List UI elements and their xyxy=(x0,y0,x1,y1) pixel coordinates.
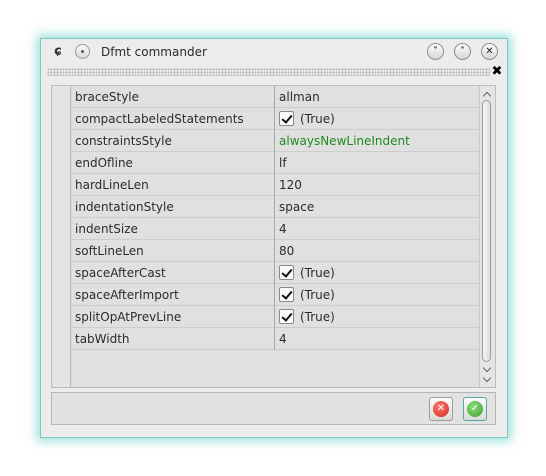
property-value: (True) xyxy=(300,288,335,302)
column-divider[interactable] xyxy=(274,174,275,196)
property-row-indentSize[interactable]: indentSize 4 xyxy=(71,218,479,240)
property-row-splitOpAtPrevLine[interactable]: splitOpAtPrevLine (True) xyxy=(71,306,479,328)
property-row-constraintsStyle[interactable]: constraintsStyle alwaysNewLineIndent xyxy=(71,130,479,152)
column-divider[interactable] xyxy=(274,284,275,306)
property-name: spaceAfterImport xyxy=(75,288,179,302)
column-divider[interactable] xyxy=(274,328,275,350)
property-row-hardLineLen[interactable]: hardLineLen 120 xyxy=(71,174,479,196)
property-name: indentationStyle xyxy=(75,200,174,214)
property-value[interactable]: space xyxy=(279,200,314,214)
scroll-up-icon[interactable] xyxy=(482,90,492,98)
button-bar: ✕ ✓ xyxy=(51,392,496,425)
property-row-indentationStyle[interactable]: indentationStyle space xyxy=(71,196,479,218)
property-row-tabWidth[interactable]: tabWidth 4 xyxy=(71,328,479,350)
property-name: tabWidth xyxy=(75,332,130,346)
scroll-thumb[interactable] xyxy=(482,100,491,362)
checkbox-checked-icon[interactable] xyxy=(279,265,294,280)
property-value: (True) xyxy=(300,310,335,324)
checkbox-checked-icon[interactable] xyxy=(279,287,294,302)
app-icon: ɕ xyxy=(54,44,62,59)
ok-button[interactable]: ✓ xyxy=(463,397,487,421)
property-row-softLineLen[interactable]: softLineLen 80 xyxy=(71,240,479,262)
column-divider[interactable] xyxy=(274,86,275,108)
property-value[interactable]: 120 xyxy=(279,178,302,192)
column-divider[interactable] xyxy=(274,240,275,262)
property-name: softLineLen xyxy=(75,244,144,258)
property-row-compactLabeledStatements[interactable]: compactLabeledStatements (True) xyxy=(71,108,479,130)
dock-grip[interactable] xyxy=(47,68,490,76)
checkbox-checked-icon[interactable] xyxy=(279,309,294,324)
property-value[interactable]: alwaysNewLineIndent xyxy=(279,134,410,148)
title-bar[interactable]: ɕ Dfmt commander ˅ ˄ ✕ xyxy=(41,39,507,65)
property-row-braceStyle[interactable]: braceStyle allman xyxy=(71,86,479,108)
dock-close-icon[interactable]: ✖ xyxy=(490,65,504,79)
property-row-spaceAfterCast[interactable]: spaceAfterCast (True) xyxy=(71,262,479,284)
column-divider[interactable] xyxy=(274,108,275,130)
property-value[interactable]: allman xyxy=(279,90,320,104)
property-inspector: braceStyle allman compactLabeledStatements… xyxy=(70,86,480,387)
minimize-button[interactable]: ˅ xyxy=(427,43,444,60)
property-value: (True) xyxy=(300,266,335,280)
property-value: (True) xyxy=(300,112,335,126)
property-name: hardLineLen xyxy=(75,178,149,192)
cancel-icon: ✕ xyxy=(433,401,449,417)
column-divider[interactable] xyxy=(274,218,275,240)
close-button[interactable]: ✕ xyxy=(481,43,498,60)
property-value[interactable]: lf xyxy=(279,156,287,170)
window-title: Dfmt commander xyxy=(101,45,207,59)
maximize-button[interactable]: ˄ xyxy=(454,43,471,60)
window-menu-button[interactable] xyxy=(75,44,90,59)
column-divider[interactable] xyxy=(274,306,275,328)
dfmt-commander-window: ɕ Dfmt commander ˅ ˄ ✕ ✖ braceStyle allma… xyxy=(40,38,508,438)
property-row-endOfline[interactable]: endOfline lf xyxy=(71,152,479,174)
scroll-down-arrow-icon[interactable] xyxy=(482,365,492,373)
property-value[interactable]: 4 xyxy=(279,332,287,346)
property-name: spaceAfterCast xyxy=(75,266,166,280)
column-divider[interactable] xyxy=(274,152,275,174)
vertical-scrollbar[interactable] xyxy=(479,86,495,387)
column-divider[interactable] xyxy=(274,130,275,152)
scroll-down-icon[interactable] xyxy=(482,375,492,383)
property-value[interactable]: 4 xyxy=(279,222,287,236)
property-name: constraintsStyle xyxy=(75,134,172,148)
property-value[interactable]: 80 xyxy=(279,244,294,258)
column-divider[interactable] xyxy=(274,262,275,284)
property-name: endOfline xyxy=(75,156,133,170)
checkbox-checked-icon[interactable] xyxy=(279,111,294,126)
cancel-button[interactable]: ✕ xyxy=(429,397,453,421)
property-name: indentSize xyxy=(75,222,138,236)
column-divider[interactable] xyxy=(274,196,275,218)
property-grid-panel: braceStyle allman compactLabeledStatements… xyxy=(51,85,496,388)
property-row-spaceAfterImport[interactable]: spaceAfterImport (True) xyxy=(71,284,479,306)
ok-icon: ✓ xyxy=(467,401,483,417)
property-name: compactLabeledStatements xyxy=(75,112,244,126)
property-name: splitOpAtPrevLine xyxy=(75,310,182,324)
property-name: braceStyle xyxy=(75,90,140,104)
